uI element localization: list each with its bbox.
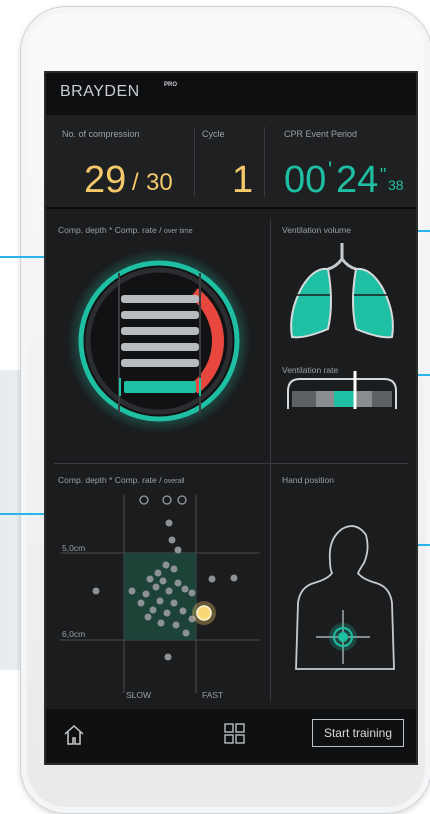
start-training-button[interactable]: Start training — [312, 719, 404, 747]
grid-icon[interactable] — [224, 723, 246, 745]
hand-target-inner — [338, 632, 348, 642]
hand-position-figure — [295, 525, 395, 670]
home-icon[interactable] — [62, 723, 86, 747]
app-screen: BRAYDEN PRO No. of compression 29 / 30 C… — [46, 73, 416, 763]
